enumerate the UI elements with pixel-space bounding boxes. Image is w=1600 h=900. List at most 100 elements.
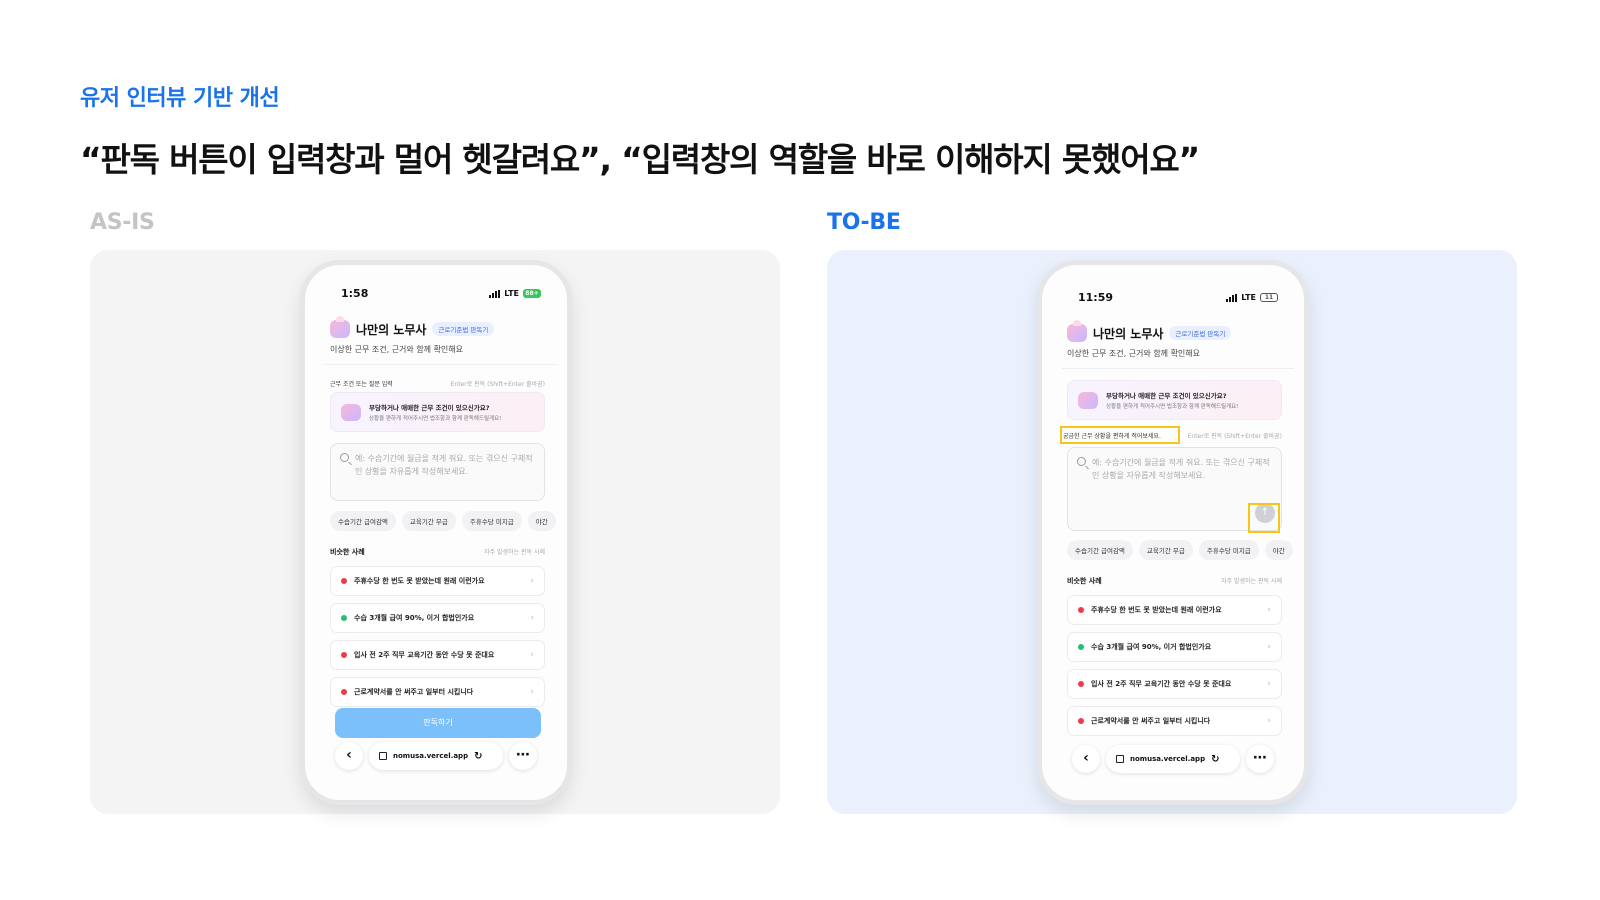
- battery-icon: 11: [1260, 293, 1278, 302]
- status-dot: [1078, 607, 1084, 613]
- info-title: 부당하거나 애매한 근무 조건이 있으신가요?: [369, 404, 490, 412]
- similar-header: 비슷한 사례 자주 발생하는 판독 사례: [1067, 576, 1282, 586]
- chip[interactable]: 야간: [1264, 540, 1293, 560]
- similar-sub: 자주 발생하는 판독 사례: [1221, 578, 1282, 585]
- app-subtitle: 이상한 근무 조건, 근거와 함께 확인해요: [1067, 349, 1201, 358]
- url-bar[interactable]: nomusa.vercel.app ↻: [1106, 745, 1240, 773]
- case-item[interactable]: 수습 3개월 급여 90%, 이거 합법인가요 ›: [330, 603, 545, 633]
- app-tag: 근로기준법 판독기: [1169, 326, 1232, 340]
- chevron-right-icon: ›: [1267, 642, 1271, 652]
- similar-header: 비슷한 사례 자주 발생하는 판독 사례: [330, 547, 545, 557]
- chevron-left-icon[interactable]: ‹: [335, 742, 363, 770]
- input-hint: Enter로 판독 (Shift+Enter 줄바꿈): [1187, 433, 1282, 440]
- info-logo-icon: [1078, 391, 1098, 409]
- case-text: 근로계약서를 안 써주고 일부터 시킵니다: [354, 688, 474, 696]
- headline: “판독 버튼이 입력창과 멀어 헷갈려요”, “입력창의 역할을 바로 이해하지…: [80, 140, 1200, 179]
- url-text: nomusa.vercel.app: [393, 752, 469, 760]
- textarea-placeholder: 예: 수습기간에 월급을 적게 줘요. 또는 겪으신 구체적인 상황을 자유롭게…: [1092, 458, 1270, 480]
- header-divider: [325, 364, 557, 365]
- reload-icon[interactable]: ↻: [474, 751, 482, 762]
- chip[interactable]: 수습기간 급여감액: [330, 511, 396, 531]
- suggestion-chips: 수습기간 급여감액 교육기간 무급 주휴수당 미지급 야간: [1067, 540, 1304, 560]
- header-divider: [1062, 368, 1294, 369]
- info-card: 부당하거나 애매한 근무 조건이 있으신가요? 상황을 편하게 적어주시면 법조…: [1067, 380, 1282, 420]
- textarea-placeholder: 예: 수습기간에 월급을 적게 줘요. 또는 겪으신 구체적인 상황을 자유롭게…: [355, 454, 533, 476]
- case-item[interactable]: 근로계약서를 안 써주고 일부터 시킵니다 ›: [330, 677, 545, 707]
- chevron-right-icon: ›: [1267, 679, 1271, 689]
- case-text: 수습 3개월 급여 90%, 이거 합법인가요: [354, 614, 475, 622]
- info-desc: 상황을 편하게 적어주시면 법조항과 함께 판독해드릴게요!: [369, 416, 502, 422]
- network-label: LTE: [504, 289, 519, 298]
- browser-bar: ‹ nomusa.vercel.app ↻ ⋯: [335, 742, 537, 770]
- input-label-row: 근무 조건 또는 질문 입력 Enter로 판독 (Shift+Enter 줄바…: [330, 379, 545, 388]
- more-icon[interactable]: ⋯: [509, 742, 537, 770]
- judge-button[interactable]: 판독하기: [335, 708, 541, 738]
- chip[interactable]: 주휴수당 미지급: [1198, 540, 1259, 560]
- status-dot: [1078, 718, 1084, 724]
- reload-icon[interactable]: ↻: [1211, 754, 1219, 765]
- case-item[interactable]: 주휴수당 한 번도 못 받았는데 원래 이런가요 ›: [1067, 595, 1282, 625]
- tobe-phone: 11:59 LTE 11 나만의 노무사 근로기준법 판독기 이상한 근무 조건…: [1037, 260, 1309, 805]
- chevron-right-icon: ›: [530, 576, 534, 586]
- chevron-right-icon: ›: [1267, 605, 1271, 615]
- search-icon: [1077, 457, 1086, 466]
- chevron-right-icon: ›: [530, 687, 534, 697]
- info-title: 부당하거나 애매한 근무 조건이 있으신가요?: [1106, 392, 1227, 400]
- case-item[interactable]: 입사 전 2주 직무 교육기간 동안 수당 못 준대요 ›: [1067, 669, 1282, 699]
- tobe-label: TO-BE: [827, 210, 901, 235]
- status-bar: 1:58 LTE 88+: [341, 287, 541, 300]
- info-logo-icon: [341, 403, 361, 421]
- suggestion-chips: 수습기간 급여감액 교육기간 무급 주휴수당 미지급 야간: [330, 511, 567, 531]
- case-text: 근로계약서를 안 써주고 일부터 시킵니다: [1091, 717, 1211, 725]
- status-dot: [1078, 681, 1084, 687]
- status-dot: [341, 578, 347, 584]
- info-card: 부당하거나 애매한 근무 조건이 있으신가요? 상황을 편하게 적어주시면 법조…: [330, 392, 545, 432]
- search-icon: [340, 453, 349, 462]
- question-textarea[interactable]: 예: 수습기간에 월급을 적게 줘요. 또는 겪으신 구체적인 상황을 자유롭게…: [330, 443, 545, 501]
- app-subtitle: 이상한 근무 조건, 근거와 함께 확인해요: [330, 345, 464, 354]
- case-text: 주휴수당 한 번도 못 받았는데 원래 이런가요: [354, 577, 485, 585]
- app-name: 나만의 노무사: [356, 322, 427, 337]
- info-desc: 상황을 편하게 적어주시면 법조항과 함께 판독해드릴게요!: [1106, 404, 1239, 410]
- app-logo-icon: [330, 316, 350, 338]
- page-icon: [1116, 755, 1124, 763]
- case-item[interactable]: 수습 3개월 급여 90%, 이거 합법인가요 ›: [1067, 632, 1282, 662]
- chip[interactable]: 수습기간 급여감액: [1067, 540, 1133, 560]
- browser-bar: ‹ nomusa.vercel.app ↻ ⋯: [1072, 745, 1274, 773]
- status-dot: [341, 652, 347, 658]
- chevron-right-icon: ›: [530, 613, 534, 623]
- similar-sub: 자주 발생하는 판독 사례: [484, 549, 545, 556]
- chip[interactable]: 교육기간 무급: [401, 511, 456, 531]
- chevron-left-icon[interactable]: ‹: [1072, 745, 1100, 773]
- chip[interactable]: 주휴수당 미지급: [461, 511, 522, 531]
- signal-icon: [1226, 293, 1238, 302]
- network-label: LTE: [1241, 293, 1256, 302]
- case-text: 주휴수당 한 번도 못 받았는데 원래 이런가요: [1091, 606, 1222, 614]
- case-text: 입사 전 2주 직무 교육기간 동안 수당 못 준대요: [354, 651, 495, 659]
- asis-panel: 1:58 LTE 88+ 나만의 노무사 근로기준법 판독기 이상한 근무 조건…: [90, 250, 780, 814]
- case-item[interactable]: 입사 전 2주 직무 교육기간 동안 수당 못 준대요 ›: [330, 640, 545, 670]
- input-label: 근무 조건 또는 질문 입력: [330, 381, 393, 388]
- app-logo-icon: [1067, 320, 1087, 342]
- chip[interactable]: 야간: [527, 511, 556, 531]
- url-bar[interactable]: nomusa.vercel.app ↻: [369, 742, 503, 770]
- app-tag: 근로기준법 판독기: [432, 322, 495, 336]
- case-text: 입사 전 2주 직무 교육기간 동안 수당 못 준대요: [1091, 680, 1232, 688]
- status-dot: [341, 615, 347, 621]
- similar-title: 비슷한 사례: [330, 548, 365, 556]
- input-label-highlight: [1060, 426, 1180, 444]
- more-icon[interactable]: ⋯: [1246, 745, 1274, 773]
- case-item[interactable]: 주휴수당 한 번도 못 받았는데 원래 이런가요 ›: [330, 566, 545, 596]
- status-time: 11:59: [1078, 291, 1114, 304]
- chip[interactable]: 교육기간 무급: [1138, 540, 1193, 560]
- app-name: 나만의 노무사: [1093, 326, 1164, 341]
- status-time: 1:58: [341, 287, 369, 300]
- case-text: 수습 3개월 급여 90%, 이거 합법인가요: [1091, 643, 1212, 651]
- battery-icon: 88+: [523, 289, 541, 298]
- eyebrow: 유저 인터뷰 기반 개선: [80, 86, 280, 111]
- asis-label: AS-IS: [90, 210, 155, 235]
- tobe-panel: 11:59 LTE 11 나만의 노무사 근로기준법 판독기 이상한 근무 조건…: [827, 250, 1517, 814]
- similar-title: 비슷한 사례: [1067, 577, 1102, 585]
- case-item[interactable]: 근로계약서를 안 써주고 일부터 시킵니다 ›: [1067, 706, 1282, 736]
- status-bar: 11:59 LTE 11: [1078, 291, 1278, 304]
